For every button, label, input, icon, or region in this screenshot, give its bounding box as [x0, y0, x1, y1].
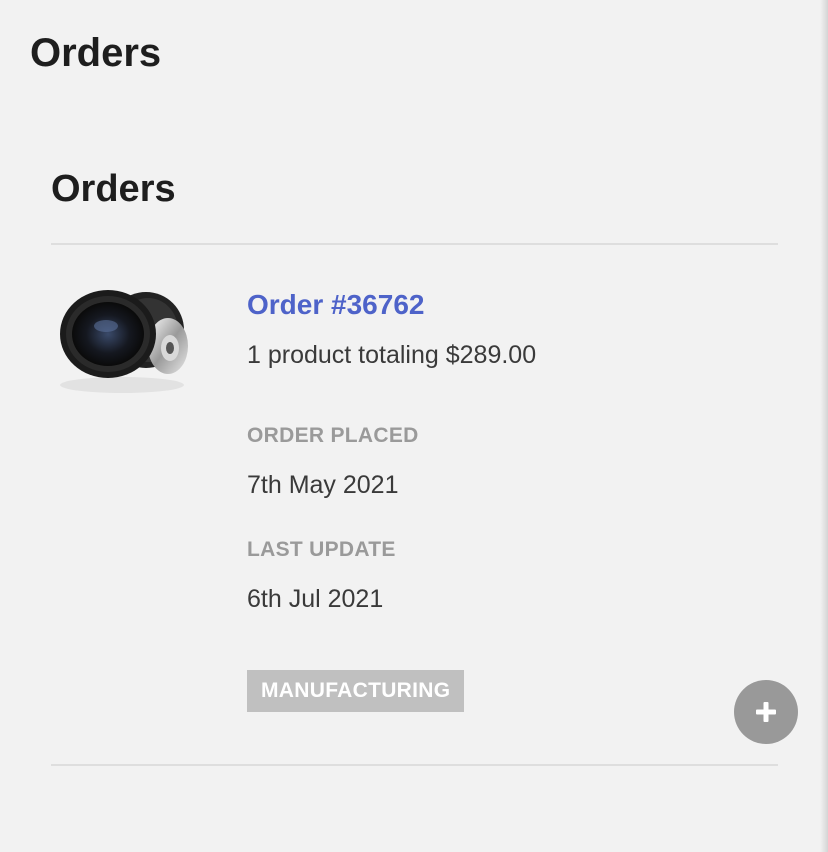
order-placed-date: 7th May 2021	[247, 471, 399, 499]
order-number-link[interactable]: Order #36762	[247, 287, 424, 323]
last-update-label: LAST UPDATE	[247, 538, 396, 561]
divider	[51, 764, 778, 766]
order-placed-label: ORDER PLACED	[247, 424, 419, 447]
divider	[51, 243, 778, 245]
order-summary: 1 product totaling $289.00	[247, 341, 537, 369]
last-update-date: 6th Jul 2021	[247, 585, 384, 613]
page-title: Orders	[30, 31, 162, 75]
section-title: Orders	[51, 168, 176, 210]
panel-edge-shadow	[820, 0, 828, 852]
subwoofer-product-image	[60, 290, 188, 393]
expand-order-button[interactable]	[734, 680, 798, 744]
product-thumbnail[interactable]	[56, 282, 194, 398]
status-badge: MANUFACTURING	[247, 670, 465, 712]
plus-icon	[756, 702, 776, 722]
